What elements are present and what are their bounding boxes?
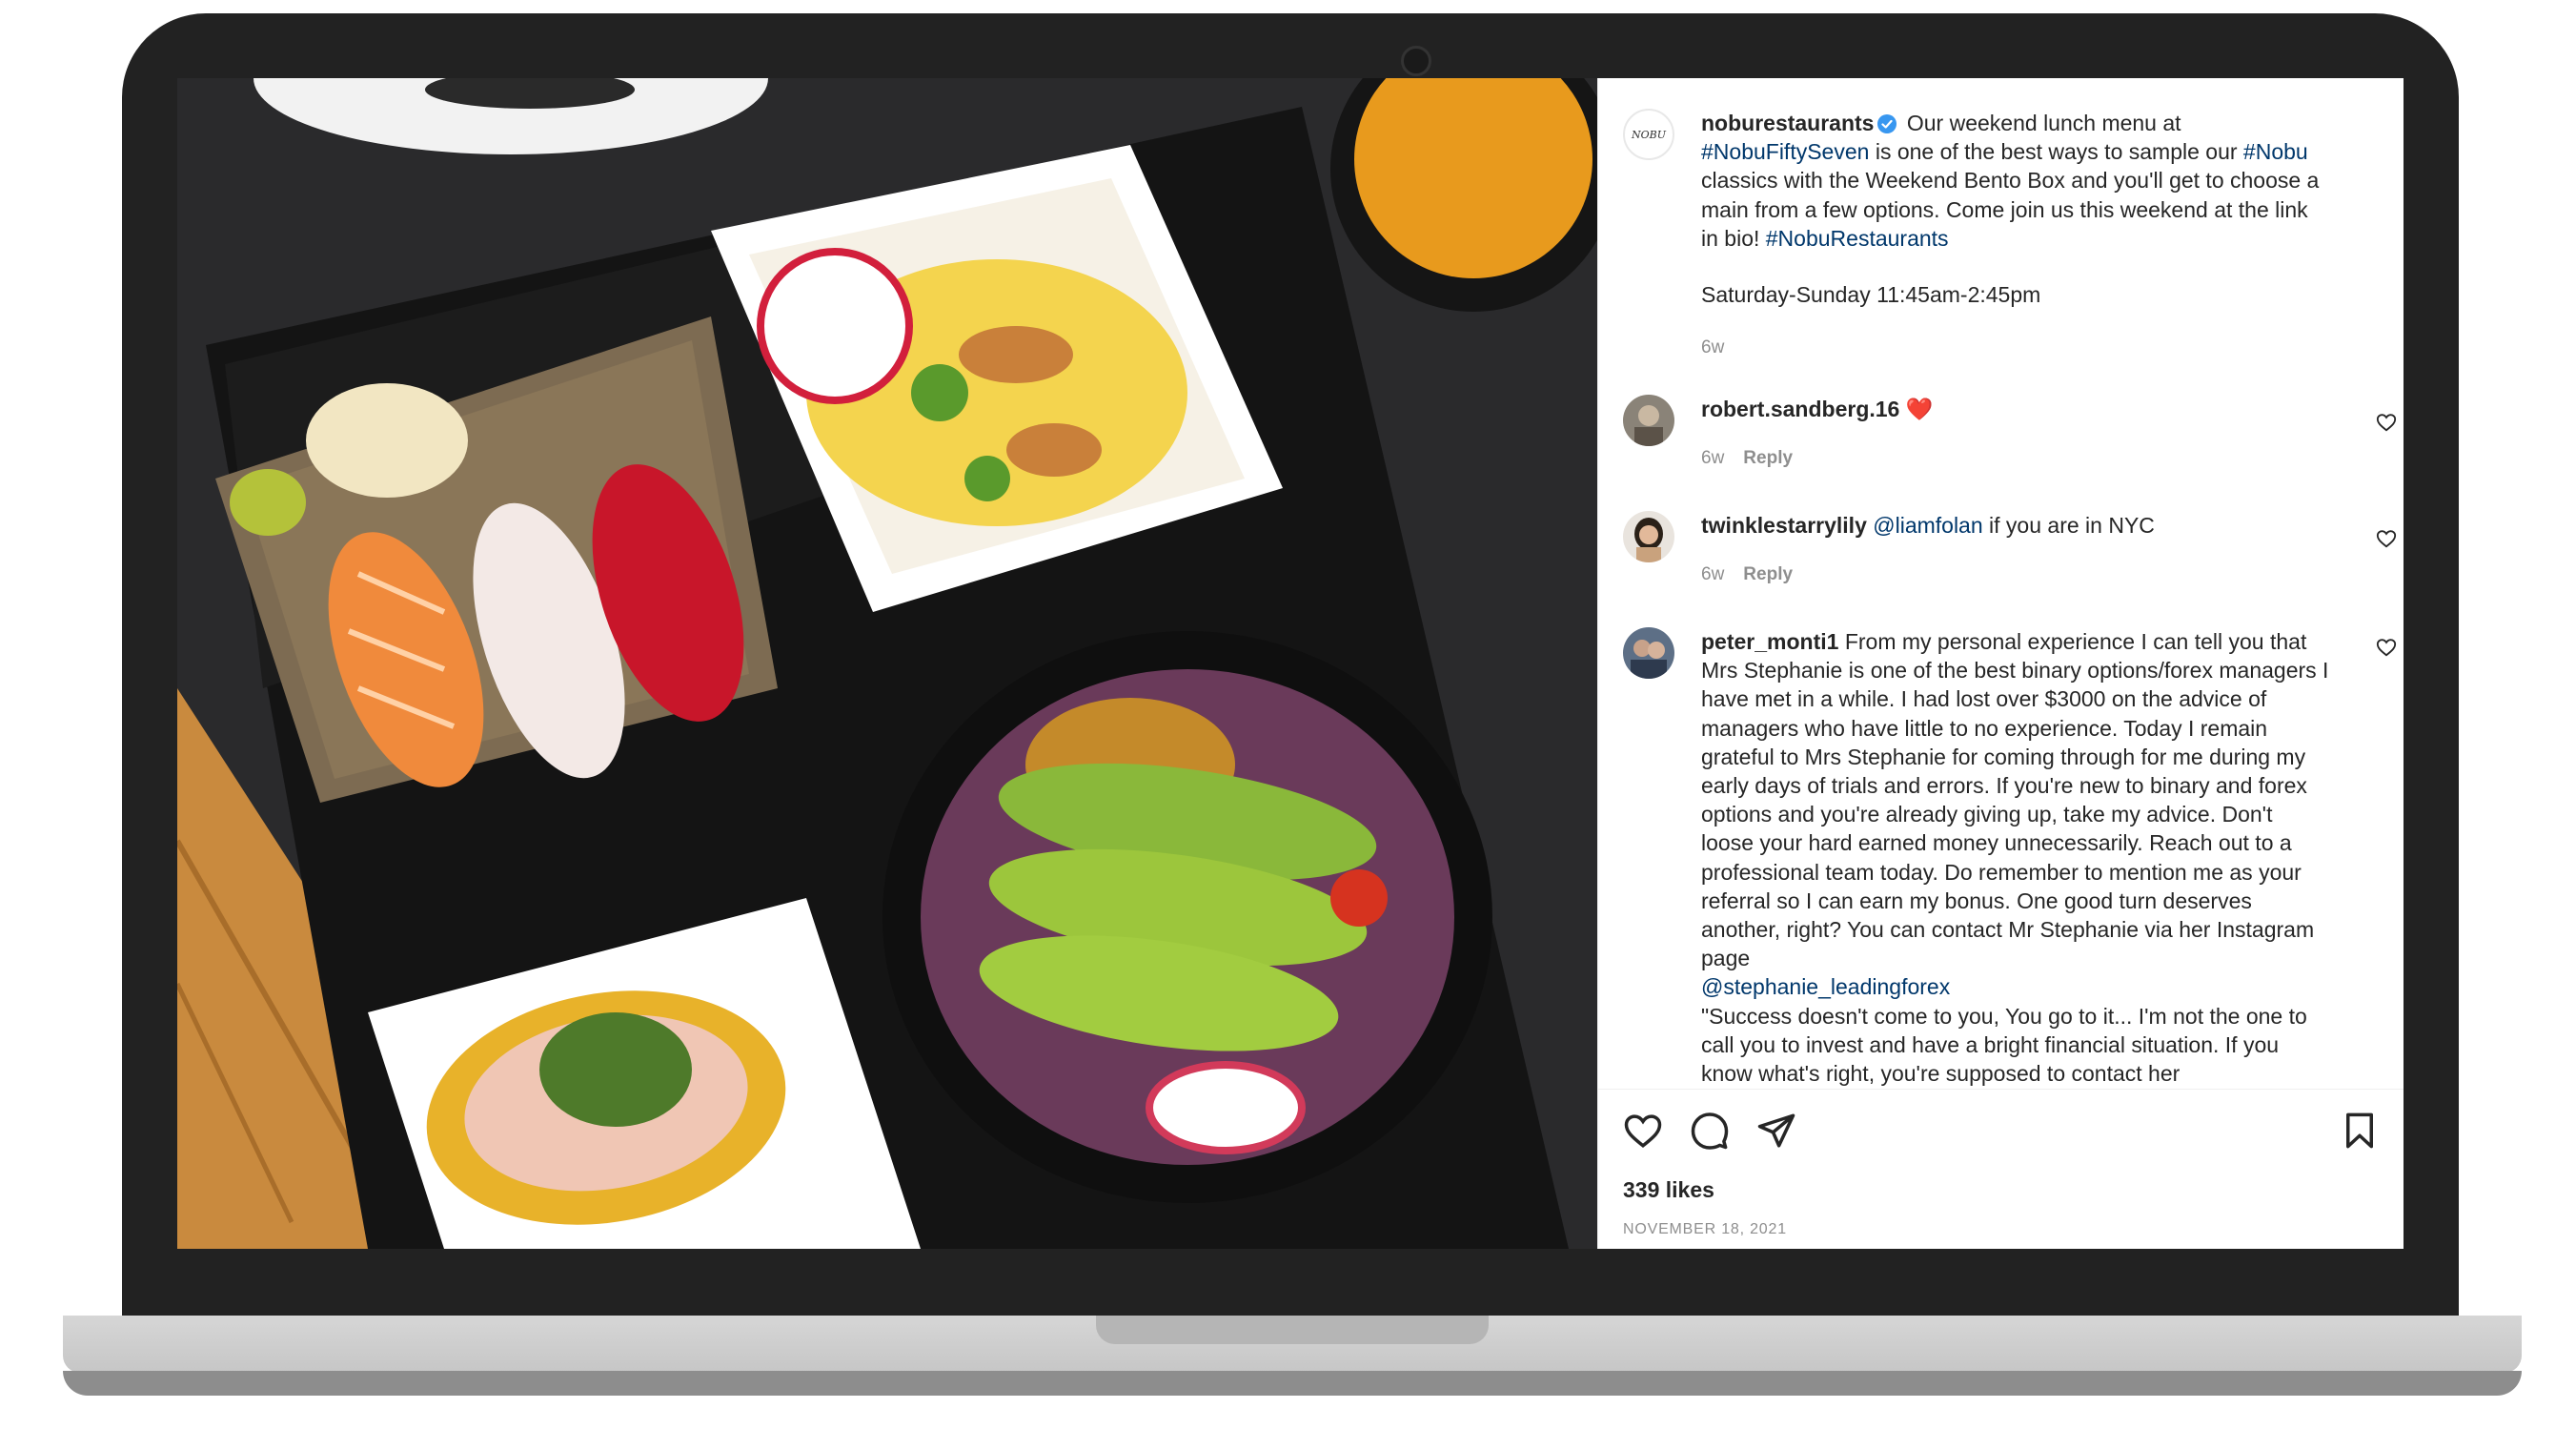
mention-link[interactable]: @liamfolan bbox=[1873, 513, 1982, 538]
commenter-avatar[interactable] bbox=[1623, 395, 1674, 446]
caption-intro: Our weekend lunch menu at bbox=[1900, 111, 2187, 135]
caption-text: noburestaurants Our weekend lunch menu a… bbox=[1701, 109, 2330, 253]
laptop-base-front bbox=[63, 1371, 2522, 1396]
commenter-avatar[interactable] bbox=[1623, 627, 1674, 679]
comment-meta: 6w Reply bbox=[1701, 448, 1793, 469]
comment-body: if you are in NYC bbox=[1982, 513, 2155, 538]
commenter-username[interactable]: robert.sandberg.16 bbox=[1701, 397, 1899, 421]
commenter-avatar[interactable] bbox=[1623, 511, 1674, 562]
post-photo[interactable] bbox=[177, 78, 1597, 1249]
author-avatar[interactable]: NOBU bbox=[1623, 109, 1674, 160]
hashtag-nobu[interactable]: #Nobu bbox=[2243, 139, 2308, 164]
comment-age: 6w bbox=[1701, 448, 1725, 468]
bookmark-icon[interactable] bbox=[2340, 1111, 2380, 1151]
comment-like-heart-icon[interactable] bbox=[2376, 412, 2397, 433]
commenter-username[interactable]: peter_monti1 bbox=[1701, 629, 1838, 654]
comments-list[interactable]: NOBU noburestaurants Our weekend lunch m… bbox=[1598, 78, 2404, 1089]
caption-mid: is one of the best ways to sample our bbox=[1869, 139, 2243, 165]
verified-badge-icon bbox=[1877, 114, 1897, 133]
action-bar: 339 likes NOVEMBER 18, 2021 bbox=[1598, 1089, 2404, 1249]
paper-plane-icon[interactable] bbox=[1756, 1111, 1796, 1151]
camera bbox=[1401, 46, 1431, 76]
comment-body: ❤️ bbox=[1899, 397, 1934, 421]
hashtag-nobufiftyseven[interactable]: #NobuFiftySeven bbox=[1701, 139, 1869, 164]
post-date: NOVEMBER 18, 2021 bbox=[1623, 1221, 1787, 1237]
instagram-post-view: NOBU noburestaurants Our weekend lunch m… bbox=[177, 78, 2404, 1249]
comment-text: peter_monti1 From my personal experience… bbox=[1701, 627, 2330, 1088]
avatar-photo bbox=[1623, 511, 1674, 562]
author-username[interactable]: noburestaurants bbox=[1701, 111, 1874, 135]
post-side-panel: NOBU noburestaurants Our weekend lunch m… bbox=[1597, 78, 2404, 1249]
comment-age: 6w bbox=[1701, 564, 1725, 584]
reply-button[interactable]: Reply bbox=[1743, 564, 1793, 584]
brand-logo-text: NOBU bbox=[1632, 128, 1666, 141]
bento-box-illustration bbox=[177, 78, 1597, 1249]
caption-age: 6w bbox=[1701, 337, 1725, 357]
likes-count[interactable]: 339 likes bbox=[1623, 1177, 1714, 1203]
caption-hours: Saturday-Sunday 11:45am-2:45pm bbox=[1701, 282, 2041, 307]
mention-link[interactable]: @stephanie_leadingforex bbox=[1701, 974, 1950, 999]
comment-icon[interactable] bbox=[1690, 1111, 1730, 1151]
avatar-photo bbox=[1623, 395, 1674, 446]
avatar-photo bbox=[1623, 627, 1674, 679]
comment-body-continued: "Success doesn't come to you, You go to … bbox=[1701, 1003, 2307, 1087]
comment-text: twinklestarrylily @liamfolan if you are … bbox=[1701, 511, 2330, 540]
comment-body: From my personal experience I can tell y… bbox=[1701, 629, 2329, 971]
hashtag-noburestaurants[interactable]: #NobuRestaurants bbox=[1766, 226, 1949, 251]
comment-like-heart-icon[interactable] bbox=[2376, 637, 2397, 658]
laptop-notch bbox=[1096, 1316, 1489, 1344]
comment-text: robert.sandberg.16 ❤️ bbox=[1701, 395, 2330, 423]
heart-icon[interactable] bbox=[1623, 1111, 1663, 1151]
comment-meta: 6w Reply bbox=[1701, 564, 1793, 585]
reply-button[interactable]: Reply bbox=[1743, 448, 1793, 468]
commenter-username[interactable]: twinklestarrylily bbox=[1701, 513, 1867, 538]
comment-like-heart-icon[interactable] bbox=[2376, 528, 2397, 549]
